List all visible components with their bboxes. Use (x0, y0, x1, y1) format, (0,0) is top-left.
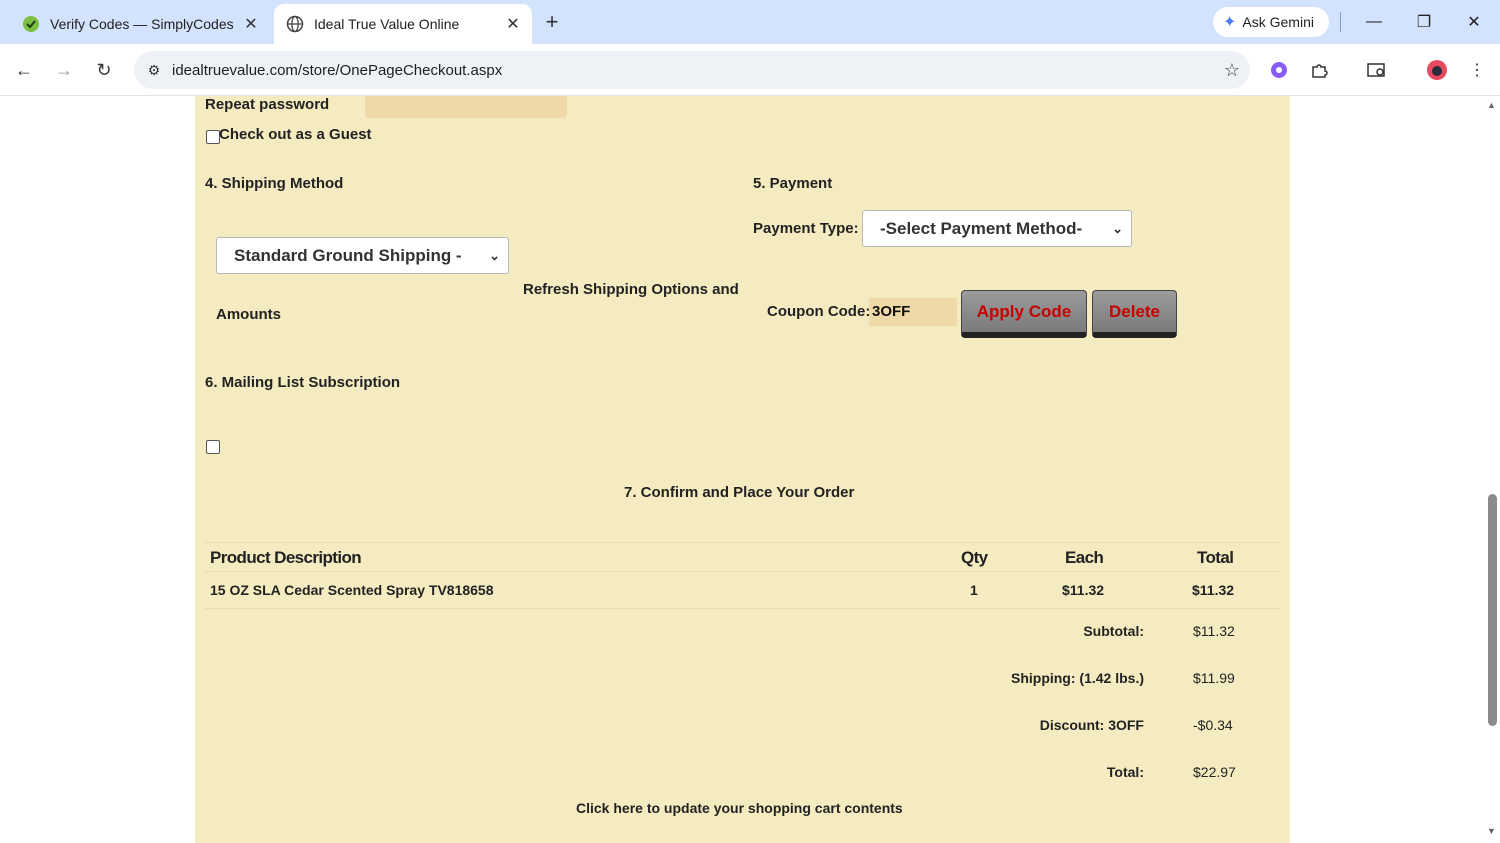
shipping-method-heading: 4. Shipping Method (205, 175, 344, 192)
mailing-list-heading: 6. Mailing List Subscription (205, 374, 401, 391)
shipping-cost-label: Shipping: (1.42 lbs.) (1010, 670, 1144, 686)
scroll-up-arrow-icon[interactable]: ▲ (1487, 100, 1496, 110)
browser-toolbar: ← → ↻ ⚙ idealtruevalue.com/store/OnePage… (0, 44, 1500, 96)
gemini-sparkle-icon: ✦ (1223, 14, 1237, 31)
subtotal-label: Subtotal: (1083, 623, 1144, 639)
tabstrip-divider (1340, 12, 1341, 32)
bookmark-star-icon[interactable]: ☆ (1214, 60, 1250, 81)
discount-label: Discount: 3OFF (1039, 717, 1144, 733)
delete-coupon-button[interactable]: Delete (1092, 290, 1177, 338)
refresh-shipping-link[interactable]: Refresh Shipping Options and (523, 281, 739, 298)
apply-code-button[interactable]: Apply Code (961, 290, 1087, 338)
profile-avatar[interactable] (1425, 58, 1449, 82)
column-header-total: Total (1197, 548, 1234, 567)
update-cart-link[interactable]: Click here to update your shopping cart … (576, 800, 903, 816)
window-close-icon[interactable]: ✕ (1462, 10, 1486, 34)
shipping-selected-value: Standard Ground Shipping - (234, 245, 462, 265)
repeat-password-input[interactable] (365, 96, 567, 118)
tab-search-icon[interactable] (1365, 58, 1389, 82)
table-row-divider (205, 571, 1280, 572)
column-header-each: Each (1065, 548, 1104, 567)
new-tab-plus-icon[interactable]: + (540, 9, 564, 34)
item-total: $11.32 (1192, 582, 1235, 598)
tab-title: Ideal True Value Online (314, 16, 460, 32)
table-header-divider (205, 542, 1280, 543)
site-info-icon[interactable]: ⚙ (136, 62, 172, 79)
column-header-description: Product Description (210, 548, 362, 567)
url-text[interactable]: idealtruevalue.com/store/OnePageCheckout… (172, 62, 1214, 79)
minimize-icon[interactable]: — (1362, 10, 1386, 34)
tab-title: Verify Codes — SimplyCodes (50, 16, 234, 32)
payment-method-select[interactable]: -Select Payment Method- ⌄ (862, 210, 1132, 247)
shipping-cost-value: $11.99 (1193, 670, 1235, 686)
tab-simplycodes[interactable]: Verify Codes — SimplyCodes ✕ (8, 4, 270, 44)
tab-strip: Verify Codes — SimplyCodes ✕ Ideal True … (0, 0, 1500, 44)
globe-icon (286, 15, 304, 33)
coupon-code-label: Coupon Code: (767, 303, 871, 320)
item-qty: 1 (970, 582, 978, 598)
scrollbar-thumb[interactable] (1488, 494, 1497, 726)
forward-arrow-icon[interactable]: → (52, 58, 76, 82)
column-header-qty: Qty (961, 548, 988, 567)
simplycodes-favicon-icon (22, 15, 40, 33)
guest-checkbox-label: Check out as a Guest (219, 126, 372, 143)
page-scrollbar[interactable]: ▲ ▼ (1485, 96, 1500, 843)
guest-checkbox[interactable] (206, 130, 220, 144)
item-each: $11.32 (1062, 582, 1105, 598)
payment-selected-value: -Select Payment Method- (880, 218, 1083, 238)
restore-icon[interactable]: ❐ (1412, 10, 1436, 34)
close-icon[interactable]: ✕ (240, 13, 262, 35)
item-description: 15 OZ SLA Cedar Scented Spray TV818658 (210, 582, 494, 598)
close-icon[interactable]: ✕ (502, 13, 524, 35)
payment-heading: 5. Payment (753, 175, 833, 192)
more-menu-icon[interactable]: ⋮ (1465, 58, 1489, 82)
ask-gemini-button[interactable]: ✦ Ask Gemini (1213, 7, 1329, 37)
puzzle-extensions-icon[interactable] (1307, 58, 1331, 82)
table-row-divider (205, 608, 1280, 609)
tab-ideal-true-value[interactable]: Ideal True Value Online ✕ (274, 4, 532, 44)
back-arrow-icon[interactable]: ← (12, 58, 36, 82)
order-total-value: $22.97 (1193, 764, 1236, 780)
extension-purple-icon[interactable] (1267, 58, 1291, 82)
payment-type-label: Payment Type: (753, 220, 859, 237)
repeat-password-label: Repeat password (205, 96, 330, 113)
refresh-shipping-link-continued[interactable]: Amounts (216, 306, 281, 323)
subtotal-value: $11.32 (1193, 623, 1235, 639)
scroll-down-arrow-icon[interactable]: ▼ (1487, 826, 1496, 836)
confirm-order-heading: 7. Confirm and Place Your Order (624, 484, 855, 501)
order-total-label: Total: (1106, 764, 1144, 780)
coupon-code-input[interactable]: 3OFF (869, 298, 957, 326)
address-bar[interactable]: ⚙ idealtruevalue.com/store/OnePageChecko… (134, 51, 1250, 89)
shipping-method-select[interactable]: Standard Ground Shipping - ⌄ (216, 237, 509, 274)
page-viewport: Repeat password Check out as a Guest 4. … (0, 96, 1485, 843)
chevron-down-icon: ⌄ (489, 247, 500, 263)
ask-gemini-label: Ask Gemini (1242, 14, 1314, 30)
discount-value: -$0.34 (1193, 717, 1233, 733)
reload-icon[interactable]: ↻ (92, 58, 116, 82)
mailing-list-checkbox[interactable] (206, 440, 220, 454)
chevron-down-icon: ⌄ (1112, 220, 1123, 236)
